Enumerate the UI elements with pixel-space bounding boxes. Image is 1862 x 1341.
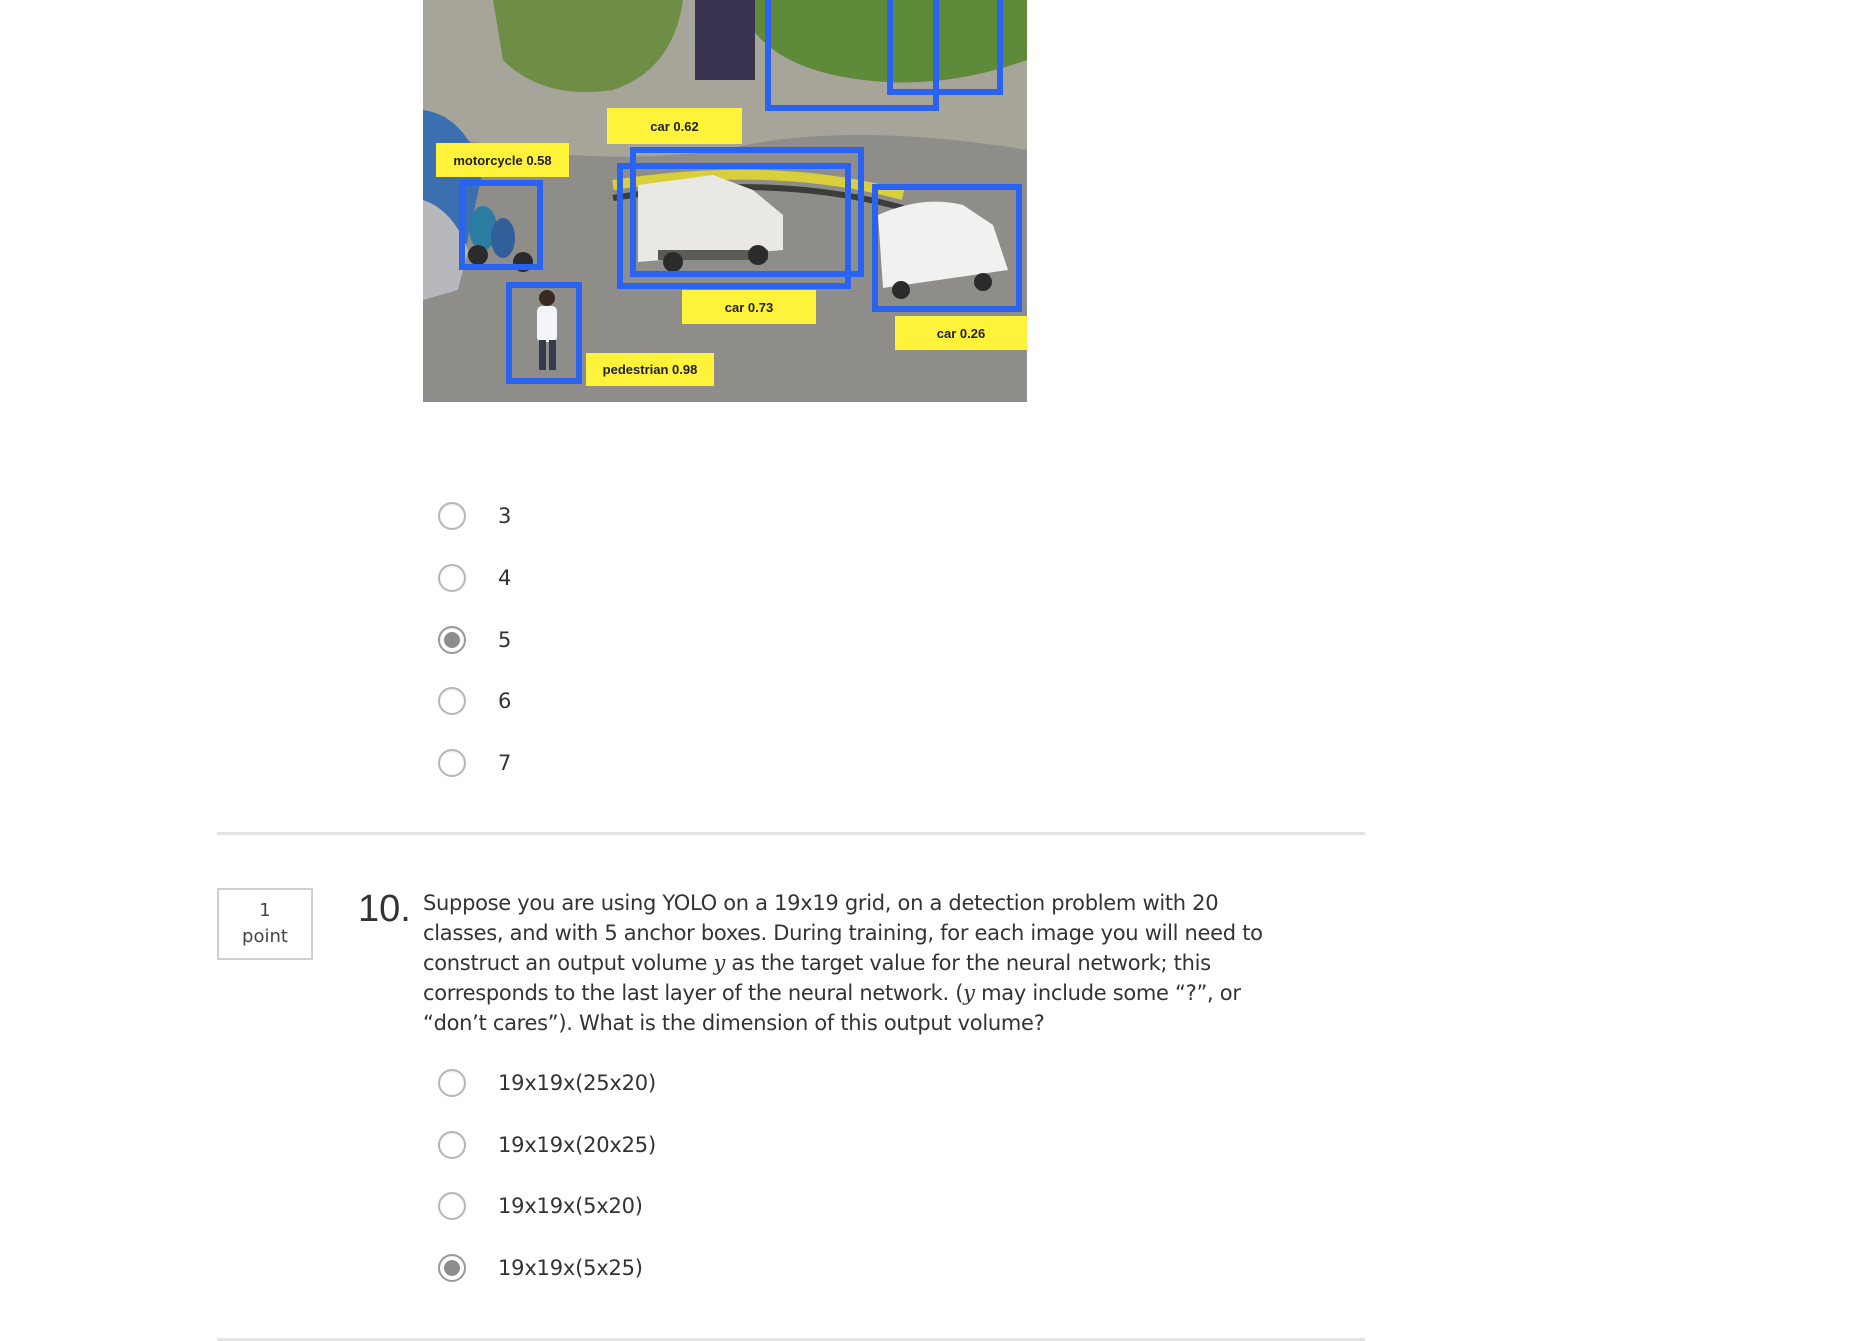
option-label: 6 <box>498 689 512 713</box>
radio-button-selected[interactable] <box>438 1254 466 1282</box>
option-label: 19x19x(5x20) <box>498 1194 643 1218</box>
points-value: 1 <box>259 900 271 921</box>
radio-button[interactable] <box>438 502 466 530</box>
math-variable-y: y <box>963 981 975 1005</box>
radio-button[interactable] <box>438 1131 466 1159</box>
detection-label-car: car 0.73 <box>682 290 816 324</box>
detection-label-car: car 0.62 <box>607 108 742 144</box>
radio-button[interactable] <box>438 1069 466 1097</box>
option-label: 19x19x(25x20) <box>498 1071 656 1095</box>
radio-button[interactable] <box>438 1192 466 1220</box>
question10-option-2[interactable]: 19x19x(20x25) <box>438 1125 1138 1165</box>
radio-button[interactable] <box>438 564 466 592</box>
question-divider <box>217 832 1365 835</box>
radio-button[interactable] <box>438 749 466 777</box>
question-number: 10. <box>358 888 411 930</box>
question-text: Suppose you are using YOLO on a 19x19 gr… <box>423 888 1303 1038</box>
question9-option-7[interactable]: 7 <box>438 743 1138 783</box>
question10-option-3[interactable]: 19x19x(5x20) <box>438 1186 1138 1226</box>
detection-label-car: car 0.26 <box>895 316 1027 350</box>
option-label: 7 <box>498 751 512 775</box>
question9-option-6[interactable]: 6 <box>438 681 1138 721</box>
question9-option-3[interactable]: 3 <box>438 496 1138 536</box>
question10-option-4[interactable]: 19x19x(5x25) <box>438 1248 1138 1288</box>
option-label: 19x19x(5x25) <box>498 1256 643 1280</box>
detection-label-motorcycle: motorcycle 0.58 <box>436 143 569 177</box>
points-badge: 1 point <box>217 888 313 960</box>
detection-label-pedestrian: pedestrian 0.98 <box>586 353 714 386</box>
option-label: 5 <box>498 628 512 652</box>
radio-button-selected[interactable] <box>438 626 466 654</box>
detection-example-image: car 0.62 motorcycle 0.58 car 0.73 car 0.… <box>423 0 1027 402</box>
math-variable-y: y <box>713 951 726 975</box>
option-label: 4 <box>498 566 512 590</box>
question10-option-1[interactable]: 19x19x(25x20) <box>438 1063 1138 1103</box>
question9-option-4[interactable]: 4 <box>438 558 1138 598</box>
question9-option-5[interactable]: 5 <box>438 620 1138 660</box>
option-label: 19x19x(20x25) <box>498 1133 656 1157</box>
points-unit: point <box>242 926 288 947</box>
option-label: 3 <box>498 504 512 528</box>
radio-button[interactable] <box>438 687 466 715</box>
